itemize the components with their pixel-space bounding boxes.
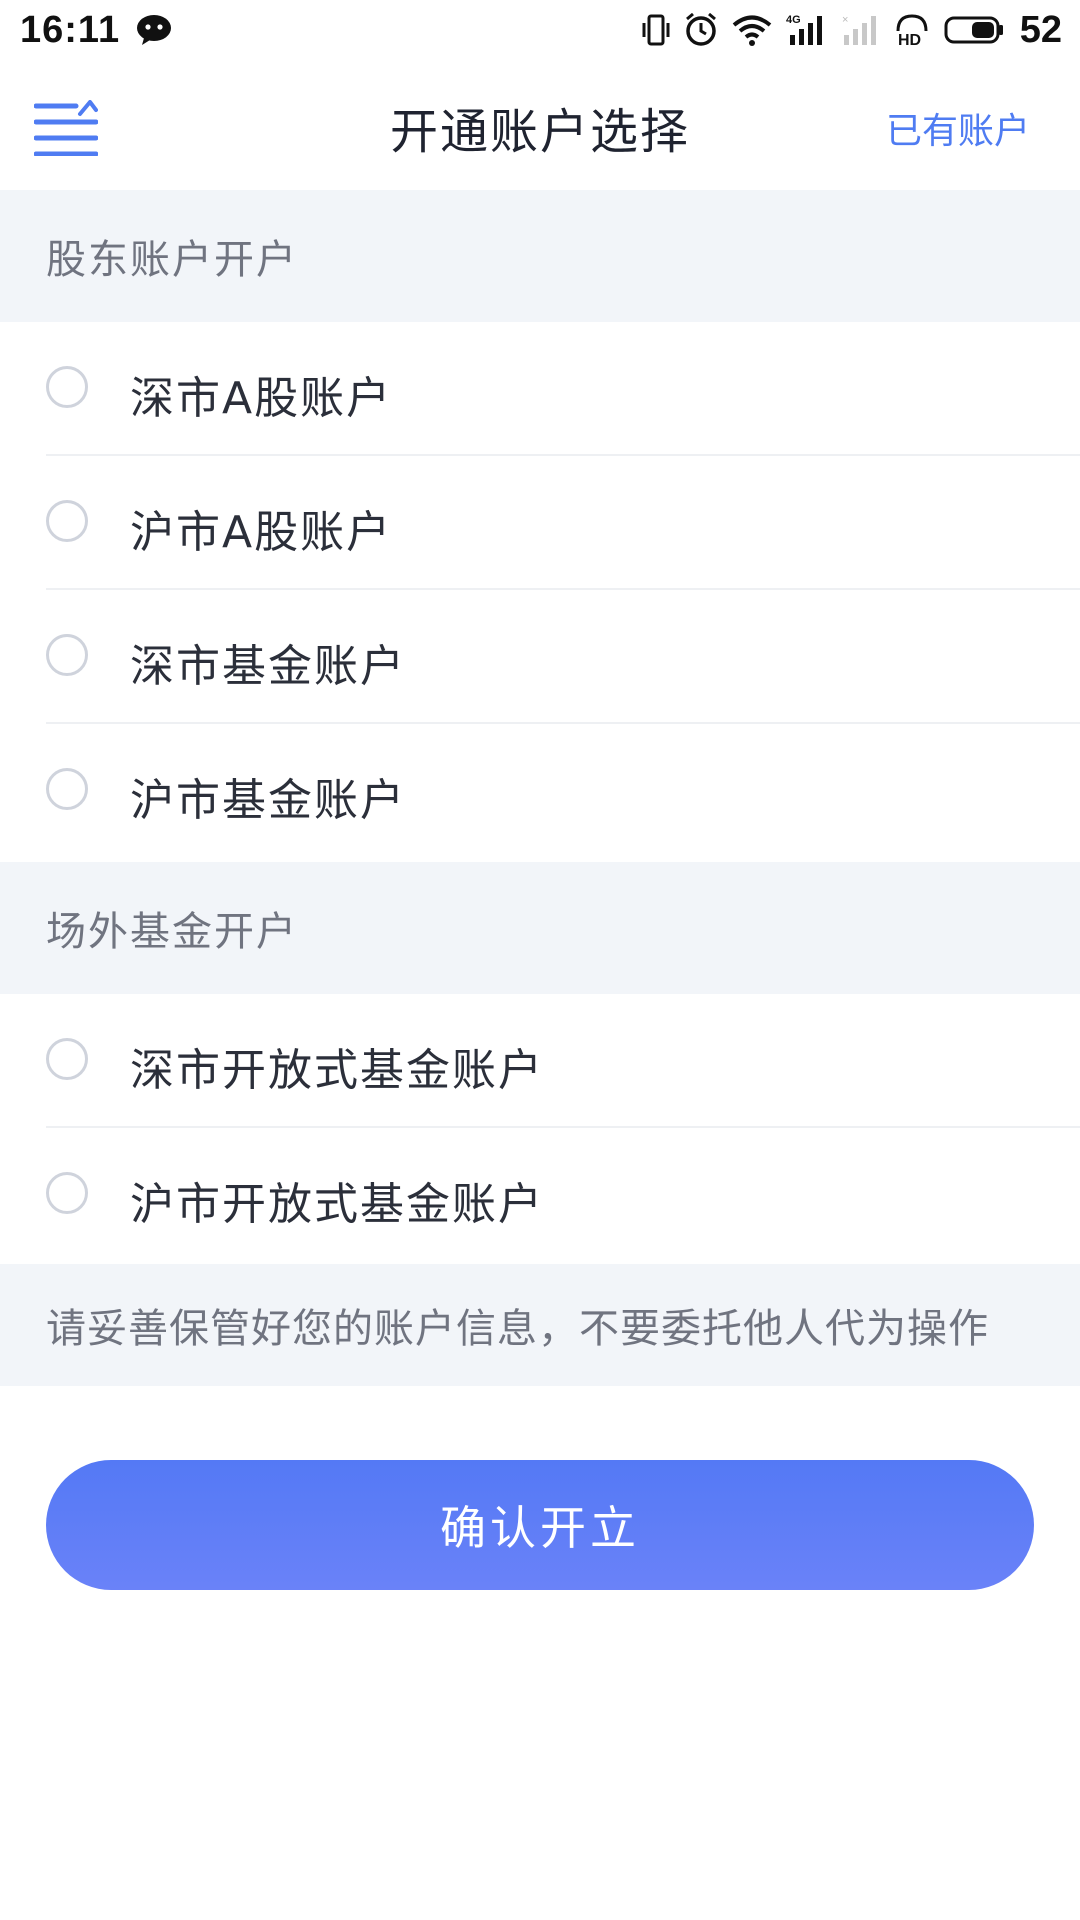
section-header-shareholder: 股东账户开户 — [0, 190, 1080, 322]
network-type-label: 4G — [786, 14, 801, 26]
cellular-signal-2-icon: × — [842, 14, 876, 45]
svg-text:HD: HD — [898, 32, 921, 47]
option-label: 沪市A股账户 — [130, 507, 393, 558]
chat-bubble-icon — [137, 15, 172, 45]
notice-text: 请妥善保管好您的账户信息，不要委托他人代为操作 — [46, 1306, 989, 1352]
battery-icon — [944, 16, 1003, 44]
option-shenzhen-open-fund[interactable]: 深市开放式基金账户 — [0, 994, 1080, 1128]
option-shenzhen-a-share[interactable]: 深市A股账户 — [0, 322, 1080, 456]
status-time: 16:11 — [20, 8, 121, 51]
vibrate-icon — [642, 14, 670, 46]
status-right: 4G × HD 52 — [642, 9, 1080, 52]
svg-text:×: × — [842, 14, 848, 26]
confirm-open-button[interactable]: 确认开立 — [46, 1460, 1034, 1590]
option-shanghai-fund[interactable]: 沪市基金账户 — [0, 724, 1080, 858]
section-title: 股东账户开户 — [46, 237, 298, 283]
radio-button[interactable] — [46, 500, 88, 542]
section-header-otc-fund: 场外基金开户 — [0, 862, 1080, 994]
radio-button[interactable] — [46, 634, 88, 676]
radio-button[interactable] — [46, 768, 88, 810]
status-left: 16:11 — [0, 9, 172, 52]
existing-account-link[interactable]: 已有账户 — [886, 102, 1030, 154]
wifi-icon — [732, 15, 771, 46]
option-shanghai-open-fund[interactable]: 沪市开放式基金账户 — [0, 1128, 1080, 1262]
security-notice: 请妥善保管好您的账户信息，不要委托他人代为操作 — [0, 1264, 1080, 1386]
option-shanghai-a-share[interactable]: 沪市A股账户 — [0, 456, 1080, 590]
option-label: 深市A股账户 — [130, 373, 393, 424]
option-shenzhen-fund[interactable]: 深市基金账户 — [0, 590, 1080, 724]
confirm-button-label: 确认开立 — [440, 1501, 640, 1555]
option-label: 沪市基金账户 — [130, 775, 406, 826]
option-label: 深市开放式基金账户 — [130, 1045, 544, 1096]
battery-level: 52 — [1019, 8, 1062, 51]
status-bar: 16:11 4G × HD 52 — [0, 0, 1080, 60]
account-selection-screen: 16:11 4G × HD 52 开通账户选择 已有账户 股东账户开户 深市A股… — [0, 0, 1080, 1920]
cellular-signal-icon: 4G — [786, 14, 822, 45]
radio-button[interactable] — [46, 1172, 88, 1214]
radio-button[interactable] — [46, 366, 88, 408]
option-label: 深市基金账户 — [130, 641, 406, 692]
option-label: 沪市开放式基金账户 — [130, 1179, 544, 1230]
nav-bar: 开通账户选择 已有账户 — [0, 60, 1080, 190]
section-title: 场外基金开户 — [46, 909, 298, 955]
alarm-icon — [685, 13, 716, 46]
hd-headset-icon: HD — [896, 14, 928, 47]
radio-button[interactable] — [46, 1038, 88, 1080]
